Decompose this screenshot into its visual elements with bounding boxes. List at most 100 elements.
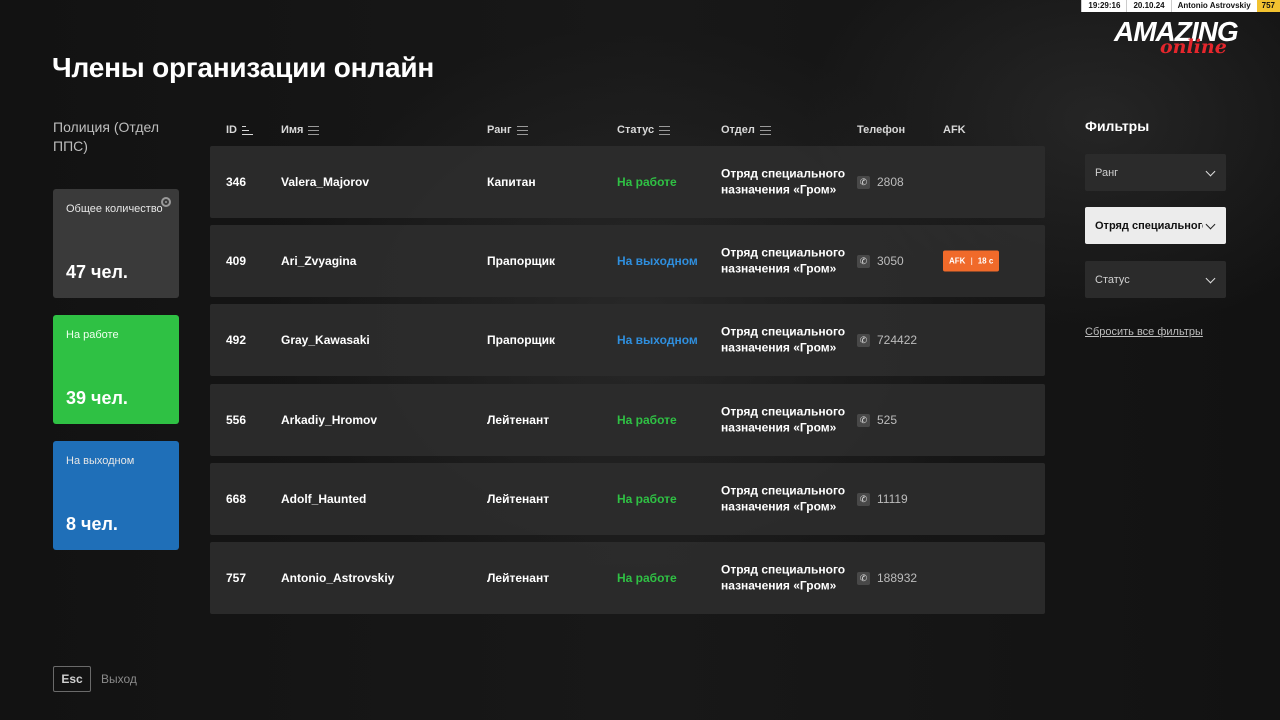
member-rank: Прапорщик [487, 333, 556, 347]
hud-date: 20.10.24 [1126, 0, 1171, 12]
member-phone[interactable]: ✆ 188932 [857, 571, 917, 585]
hud-player-level: 757 [1256, 0, 1280, 12]
sort-menu-icon[interactable] [308, 125, 320, 135]
member-rank: Лейтенант [487, 413, 550, 427]
member-name: Gray_Kawasaki [281, 333, 370, 347]
member-id: 757 [226, 571, 247, 585]
member-id: 409 [226, 254, 247, 268]
esc-key-button[interactable]: Esc [53, 666, 91, 692]
stat-total-label: Общее количество [66, 203, 163, 215]
member-rank: Лейтенант [487, 571, 550, 585]
table-row[interactable]: 409 Ari_Zvyagina Прапорщик На выходном О… [210, 225, 1045, 297]
column-header-rank[interactable]: Ранг [487, 124, 528, 136]
member-id: 492 [226, 333, 247, 347]
table-row[interactable]: 492 Gray_Kawasaki Прапорщик На выходном … [210, 304, 1045, 376]
column-header-status[interactable]: Статус [617, 124, 671, 136]
phone-number: 188932 [877, 571, 918, 585]
phone-icon: ✆ [857, 333, 870, 347]
stat-card-total[interactable]: Общее количество 47 чел. [53, 189, 179, 298]
member-status: На работе [617, 175, 677, 189]
member-name: Valera_Majorov [281, 175, 370, 189]
column-afk-label: AFK [943, 124, 966, 136]
sort-menu-icon[interactable] [516, 125, 528, 135]
member-dept: Отряд специального назначения «Гром» [721, 404, 846, 435]
radio-indicator-icon [161, 197, 171, 207]
stat-card-off-duty[interactable]: На выходном 8 чел. [53, 441, 179, 550]
phone-number: 3050 [877, 254, 904, 268]
phone-icon: ✆ [857, 175, 870, 189]
hud-player-name: Antonio Astrovskiy [1170, 0, 1257, 12]
member-phone[interactable]: ✆ 11119 [857, 492, 908, 506]
member-rank: Капитан [487, 175, 536, 189]
sort-ascending-icon[interactable] [242, 125, 253, 135]
phone-icon: ✆ [857, 571, 870, 585]
phone-number: 525 [877, 413, 898, 427]
column-header-phone: Телефон [857, 124, 905, 136]
members-table-header: ID Имя Ранг Статус Отдел Телефон AFK [210, 124, 1045, 140]
column-name-label: Имя [281, 124, 304, 136]
column-header-afk: AFK [943, 124, 966, 136]
member-phone[interactable]: ✆ 724422 [857, 333, 917, 347]
dept-filter-select[interactable]: Отряд специального назначения «Гром» [1085, 207, 1226, 244]
hud-time: 19:29:16 [1081, 0, 1127, 12]
member-dept: Отряд специального назначения «Гром» [721, 483, 846, 514]
member-dept: Отряд специального назначения «Гром» [721, 245, 846, 276]
member-name: Ari_Zvyagina [281, 254, 357, 268]
chevron-down-icon [1205, 273, 1216, 284]
organization-name: Полиция (Отдел ППС) [53, 119, 159, 154]
column-phone-label: Телефон [857, 124, 906, 136]
stat-off-duty-label: На выходном [66, 455, 135, 467]
table-row[interactable]: 668 Adolf_Haunted Лейтенант На работе От… [210, 463, 1045, 535]
stat-total-value: 47 чел. [66, 262, 128, 282]
reset-filters-link[interactable]: Сбросить все фильтры [1085, 326, 1203, 338]
stat-working-label: На работе [66, 329, 119, 341]
rank-filter-value: Ранг [1095, 166, 1119, 179]
phone-icon: ✆ [857, 254, 870, 268]
table-row[interactable]: 757 Antonio_Astrovskiy Лейтенант На рабо… [210, 542, 1045, 614]
stat-card-working[interactable]: На работе 39 чел. [53, 315, 179, 424]
logo-sub-text: online [1160, 36, 1227, 58]
sort-menu-icon[interactable] [659, 125, 671, 135]
column-header-name[interactable]: Имя [281, 124, 320, 136]
phone-icon: ✆ [857, 413, 870, 427]
member-id: 346 [226, 175, 247, 189]
chevron-down-icon [1205, 166, 1216, 177]
status-filter-value: Статус [1095, 273, 1130, 286]
phone-number: 724422 [877, 333, 918, 347]
member-status: На работе [617, 413, 677, 427]
member-id: 556 [226, 413, 247, 427]
column-header-dept[interactable]: Отдел [721, 124, 771, 136]
stat-off-duty-value: 8 чел. [66, 514, 118, 534]
column-status-label: Статус [617, 124, 655, 136]
member-dept: Отряд специального назначения «Гром» [721, 562, 846, 593]
table-row[interactable]: 346 Valera_Majorov Капитан На работе Отр… [210, 146, 1045, 218]
member-status: На работе [617, 571, 677, 585]
amazing-online-logo: AMAZING online [1114, 16, 1266, 58]
dept-filter-value: Отряд специального назначения «Гром» [1095, 219, 1203, 232]
sort-menu-icon[interactable] [759, 125, 771, 135]
column-header-id[interactable]: ID [226, 124, 253, 136]
member-phone[interactable]: ✆ 2808 [857, 175, 904, 189]
exit-label[interactable]: Выход [101, 672, 137, 686]
afk-badge: AFK | 18 с [943, 250, 1000, 272]
member-status: На выходном [617, 333, 698, 347]
phone-icon: ✆ [857, 492, 870, 506]
afk-time: 18 с [977, 256, 994, 266]
rank-filter-select[interactable]: Ранг [1085, 154, 1226, 191]
member-name: Antonio_Astrovskiy [281, 571, 395, 585]
hud-status-bar: 19:29:16 20.10.24 Antonio Astrovskiy 757 [1081, 0, 1280, 12]
member-name: Arkadiy_Hromov [281, 413, 378, 427]
exit-control[interactable]: Esc Выход [53, 666, 137, 692]
table-row[interactable]: 556 Arkadiy_Hromov Лейтенант На работе О… [210, 384, 1045, 456]
column-rank-label: Ранг [487, 124, 512, 136]
member-status: На работе [617, 492, 677, 506]
phone-number: 2808 [877, 175, 904, 189]
afk-label: AFK [949, 256, 966, 266]
member-dept: Отряд специального назначения «Гром» [721, 166, 846, 197]
status-filter-select[interactable]: Статус [1085, 261, 1226, 298]
member-phone[interactable]: ✆ 525 [857, 413, 897, 427]
phone-number: 11119 [877, 492, 908, 506]
member-phone[interactable]: ✆ 3050 [857, 254, 904, 268]
chevron-down-icon [1205, 219, 1216, 230]
member-id: 668 [226, 492, 247, 506]
